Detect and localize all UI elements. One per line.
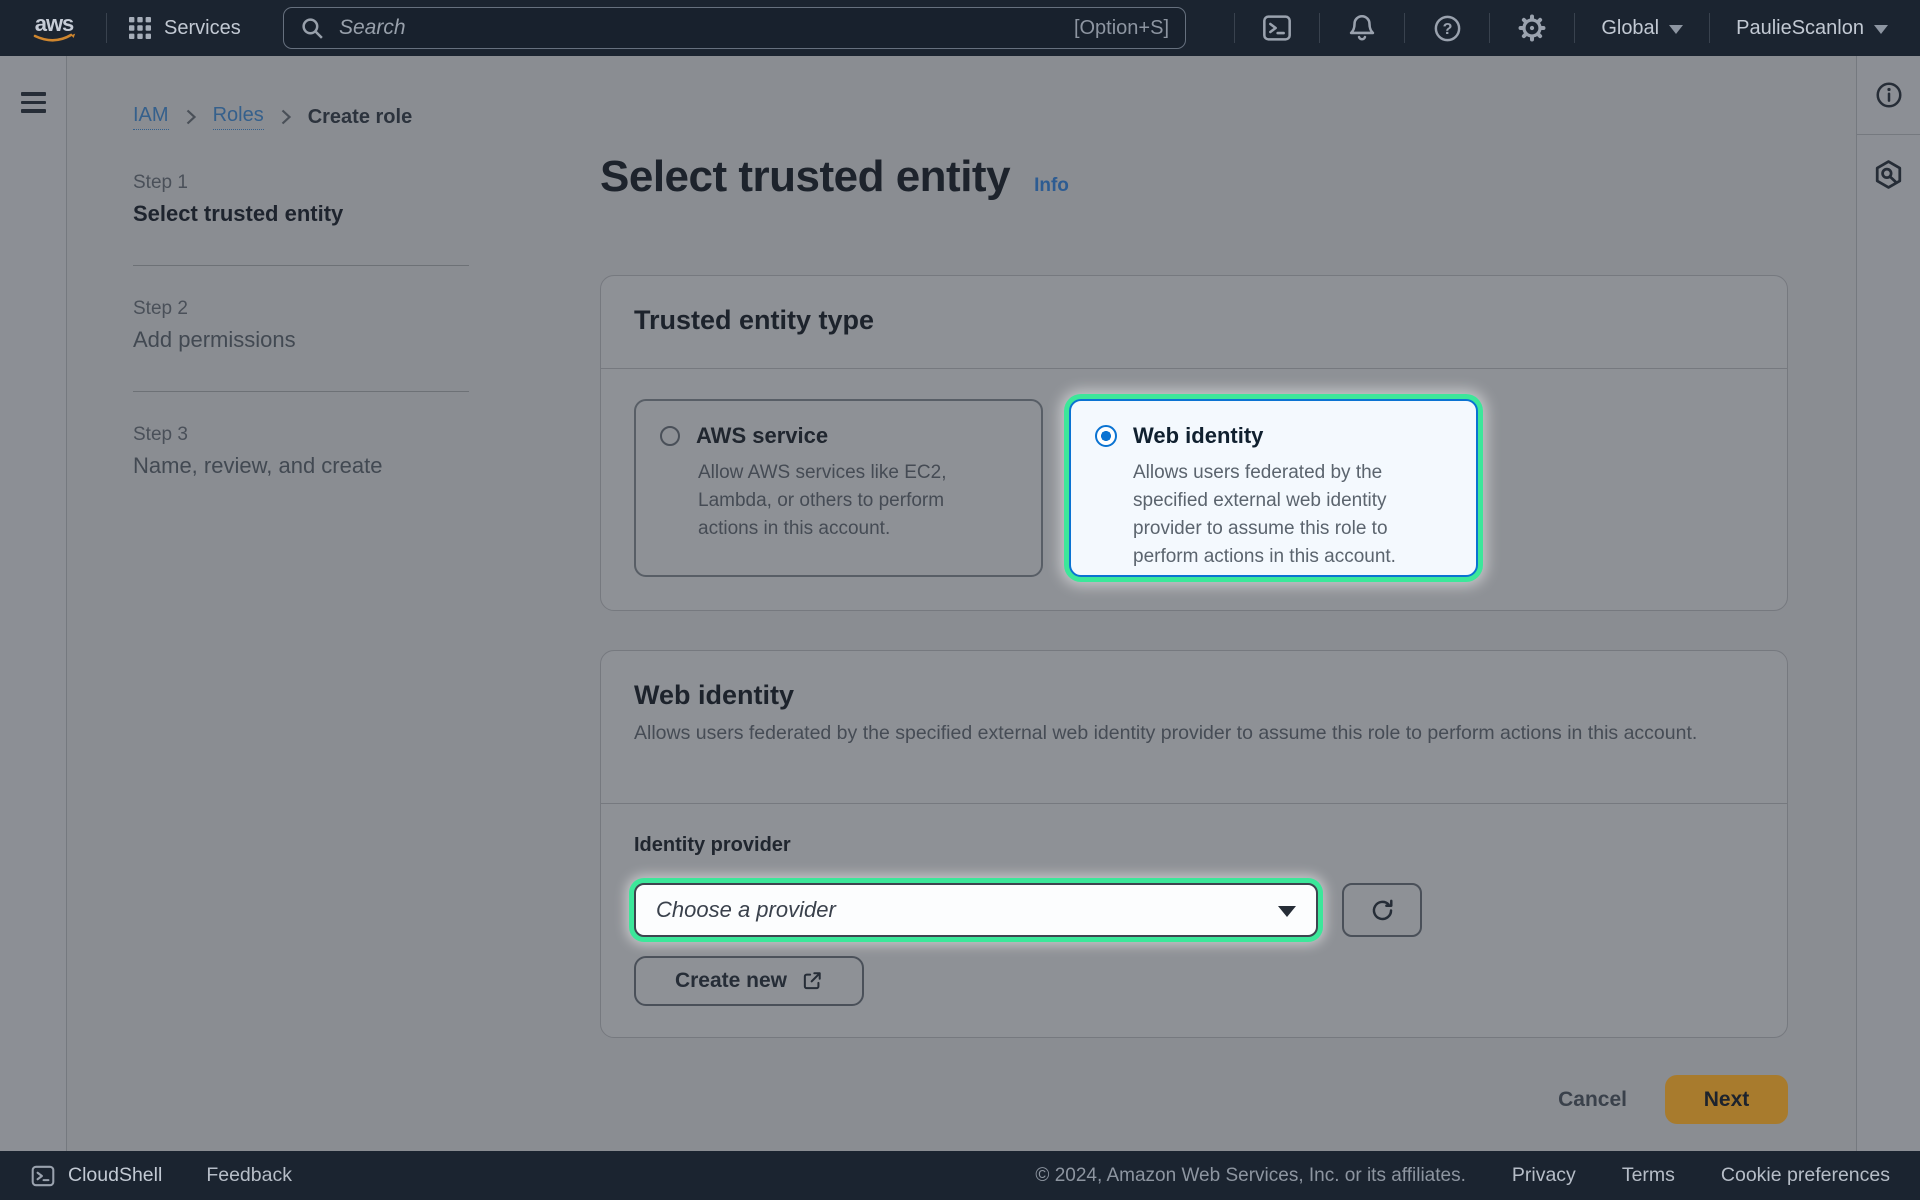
wizard-step-2[interactable]: Step 2 Add permissions	[133, 298, 469, 353]
console-footer: CloudShell Feedback © 2024, Amazon Web S…	[0, 1151, 1920, 1200]
create-new-provider-button[interactable]: Create new	[634, 956, 864, 1006]
svg-text:aws: aws	[35, 11, 74, 36]
divider	[133, 265, 469, 266]
region-label: Global	[1601, 17, 1659, 40]
info-panel-button[interactable]	[1857, 56, 1920, 134]
search-input[interactable]	[337, 15, 1074, 41]
caret-down-icon	[1874, 25, 1888, 34]
cloudshell-button[interactable]	[1235, 0, 1319, 56]
step-number: Step 1	[133, 172, 469, 194]
web-identity-card: Web identity Allows users federated by t…	[600, 650, 1788, 1038]
option-description: Allow AWS services like EC2, Lambda, or …	[698, 459, 990, 543]
cookie-preferences-link[interactable]: Cookie preferences	[1721, 1164, 1890, 1187]
search-icon	[300, 16, 325, 41]
card-header: Trusted entity type	[601, 276, 1787, 369]
open-side-navigation-button[interactable]	[21, 92, 46, 118]
entity-option-aws-service[interactable]: AWS service Allow AWS services like EC2,…	[634, 399, 1043, 577]
step-label: Name, review, and create	[133, 453, 469, 479]
wizard-steps-nav: Step 1 Select trusted entity Step 2 Add …	[133, 172, 469, 479]
privacy-link[interactable]: Privacy	[1512, 1164, 1576, 1187]
breadcrumb-current: Create role	[308, 106, 413, 129]
left-navigation-rail	[0, 56, 67, 1151]
next-button[interactable]: Next	[1665, 1075, 1788, 1124]
identity-provider-label: Identity provider	[634, 834, 1754, 857]
user-label: PaulieScanlon	[1736, 17, 1864, 40]
refresh-providers-button[interactable]	[1342, 883, 1422, 937]
option-label: AWS service	[696, 423, 828, 449]
search-shortcut-hint: [Option+S]	[1074, 17, 1169, 40]
radio-button-unchecked[interactable]	[660, 426, 680, 446]
step-label: Add permissions	[133, 327, 469, 353]
services-label: Services	[164, 17, 241, 40]
divider	[106, 13, 107, 43]
aws-console-screen: aws Services [Option+S]	[0, 0, 1920, 1200]
cloudshell-label: CloudShell	[68, 1164, 162, 1187]
info-link[interactable]: Info	[1034, 175, 1069, 197]
step-number: Step 3	[133, 424, 469, 446]
resources-panel-button[interactable]	[1857, 135, 1920, 213]
caret-down-icon	[1669, 25, 1683, 34]
user-menu[interactable]: PaulieScanlon	[1710, 0, 1920, 56]
wizard-step-1[interactable]: Step 1 Select trusted entity	[133, 172, 469, 227]
divider	[133, 391, 469, 392]
top-navigation-bar: aws Services [Option+S]	[0, 0, 1920, 56]
select-placeholder: Choose a provider	[656, 897, 836, 923]
right-tools-rail	[1856, 56, 1920, 1151]
external-link-icon	[801, 970, 823, 992]
cloudshell-footer-button[interactable]: CloudShell	[30, 1163, 162, 1189]
feedback-button[interactable]: Feedback	[206, 1164, 292, 1187]
svg-text:?: ?	[1442, 20, 1452, 38]
identity-provider-select[interactable]: Choose a provider	[634, 883, 1318, 937]
step-number: Step 2	[133, 298, 469, 320]
page-title: Select trusted entity	[600, 152, 1010, 202]
card-title: Trusted entity type	[634, 305, 1754, 336]
option-description: Allows users federated by the specified …	[1133, 459, 1425, 571]
help-button[interactable]: ?	[1405, 0, 1489, 56]
services-menu-button[interactable]: Services	[128, 0, 241, 56]
breadcrumb-link-roles[interactable]: Roles	[213, 104, 264, 130]
option-label: Web identity	[1133, 423, 1263, 449]
region-selector[interactable]: Global	[1575, 0, 1709, 56]
trusted-entity-type-card: Trusted entity type AWS service Allow AW…	[600, 275, 1788, 611]
caret-down-icon	[1278, 906, 1296, 917]
settings-button[interactable]	[1490, 0, 1574, 56]
wizard-step-3[interactable]: Step 3 Name, review, and create	[133, 424, 469, 479]
wizard-actions: Cancel Next	[600, 1075, 1788, 1124]
radio-button-checked[interactable]	[1095, 425, 1117, 447]
services-grid-icon	[128, 16, 152, 40]
notifications-button[interactable]	[1320, 0, 1404, 56]
terms-link[interactable]: Terms	[1622, 1164, 1675, 1187]
global-search[interactable]: [Option+S]	[283, 7, 1186, 49]
chevron-right-icon	[280, 108, 292, 126]
aws-logo[interactable]: aws	[28, 11, 80, 45]
chevron-right-icon	[185, 108, 197, 126]
card-title: Web identity	[634, 680, 1754, 711]
cloudshell-terminal-icon	[30, 1163, 56, 1189]
step-label: Select trusted entity	[133, 201, 469, 227]
cancel-button[interactable]: Cancel	[1558, 1088, 1627, 1112]
breadcrumb: IAM Roles Create role	[133, 104, 412, 130]
create-new-label: Create new	[675, 969, 787, 993]
breadcrumb-link-iam[interactable]: IAM	[133, 104, 169, 130]
card-description: Allows users federated by the specified …	[634, 718, 1709, 749]
copyright-text: © 2024, Amazon Web Services, Inc. or its…	[1035, 1165, 1465, 1187]
entity-option-web-identity[interactable]: Web identity Allows users federated by t…	[1069, 399, 1478, 577]
card-header: Web identity Allows users federated by t…	[601, 651, 1787, 804]
